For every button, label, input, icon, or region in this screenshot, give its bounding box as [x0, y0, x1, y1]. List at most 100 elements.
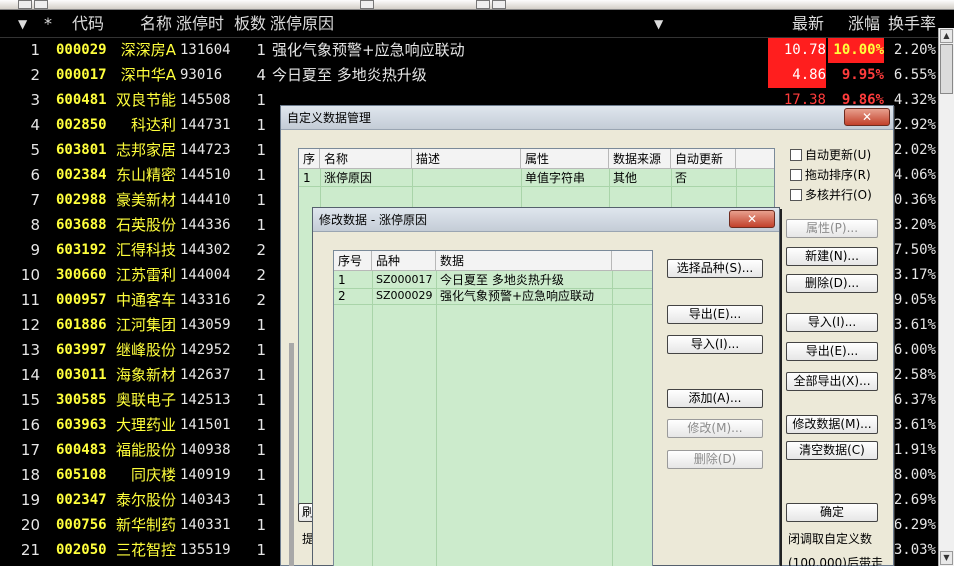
item-data: 今日夏至 多地炎热升级 — [440, 273, 564, 287]
col-desc[interactable]: 描述 — [412, 149, 521, 169]
header-turnover[interactable]: 换手率 — [888, 10, 936, 38]
item-symbol: SZ000017 — [376, 273, 433, 286]
row-number: 14 — [20, 366, 40, 384]
col-symbol[interactable]: 品种 — [372, 251, 436, 271]
bottom-note-text: (100,000)后带走 — [788, 556, 883, 566]
col-blank — [736, 149, 774, 169]
toolbar-button[interactable] — [34, 0, 48, 9]
latest-price: 10.78 — [768, 38, 826, 63]
limit-time: 144510 — [180, 167, 231, 183]
vertical-scrollbar[interactable]: ▲ ▼ — [938, 28, 954, 566]
inner-import-button[interactable]: 导入(I)... — [667, 335, 763, 354]
stock-name: 中通客车 — [115, 291, 176, 309]
delete-button[interactable]: 删除(D)... — [786, 274, 878, 293]
modify-data-button[interactable]: 修改数据(M)... — [786, 415, 878, 434]
header-latest[interactable]: 最新 — [792, 10, 824, 38]
outer-close-icon[interactable]: ✕ — [844, 108, 890, 126]
change-pct: 9.95% — [841, 67, 884, 83]
board-count: 1 — [256, 341, 266, 359]
table-row[interactable]: 2 000017 深中华A 93016 4 今日夏至 多地炎热升级 4.86 9… — [0, 63, 938, 88]
drag-sort-checkbox[interactable]: 拖动排序(R) — [790, 168, 871, 182]
toolbar-button[interactable] — [18, 0, 32, 9]
row-number: 7 — [30, 191, 40, 209]
limit-time: 140331 — [180, 517, 231, 533]
stock-code: 000756 — [56, 517, 107, 533]
board-count: 1 — [256, 316, 266, 334]
ok-button[interactable]: 确定 — [786, 503, 878, 522]
scroll-down-icon[interactable]: ▼ — [940, 551, 953, 565]
stock-code: 000017 — [56, 67, 107, 83]
item-attr: 单值字符串 — [525, 171, 586, 185]
stock-name: 东山精密 — [115, 166, 176, 184]
col-name[interactable]: 名称 — [320, 149, 412, 169]
export-button[interactable]: 导出(E)... — [786, 342, 878, 361]
stock-name: 科达利 — [130, 116, 176, 134]
board-count: 1 — [256, 166, 266, 184]
stock-code: 000957 — [56, 292, 107, 308]
toolbar-button[interactable] — [492, 0, 506, 9]
toolbar-button[interactable] — [360, 0, 374, 9]
stock-name: 志邦家居 — [115, 141, 176, 159]
row-number: 2 — [30, 66, 40, 84]
stock-name: 双良节能 — [115, 91, 176, 109]
col-seq[interactable]: 序 — [299, 149, 320, 169]
limit-time: 143059 — [180, 317, 231, 333]
col-seq[interactable]: 序号 — [334, 251, 372, 271]
auto-update-checkbox[interactable]: 自动更新(U) — [790, 148, 871, 162]
item-seq: 1 — [303, 171, 311, 185]
properties-button[interactable]: 属性(P)... — [786, 219, 878, 238]
header-change-pct[interactable]: 涨幅 — [848, 10, 880, 38]
header-boards[interactable]: 板数 — [234, 10, 266, 38]
limit-time: 135519 — [180, 542, 231, 558]
item-name: 涨停原因 — [324, 171, 373, 185]
board-count: 1 — [256, 441, 266, 459]
modify-button[interactable]: 修改(M)... — [667, 419, 763, 438]
stock-code: 605108 — [56, 467, 107, 483]
toolbar-button[interactable] — [476, 0, 490, 9]
col-source[interactable]: 数据来源 — [609, 149, 671, 169]
board-count: 1 — [256, 541, 266, 559]
table-row[interactable]: 1 000029 深深房A 131604 1 强化气象预警+应急响应联动 10.… — [0, 38, 938, 63]
board-count: 1 — [256, 191, 266, 209]
header-limit-time[interactable]: 涨停时 — [176, 10, 224, 38]
col-attr[interactable]: 属性 — [521, 149, 609, 169]
add-button[interactable]: 添加(A)... — [667, 389, 763, 408]
board-count: 1 — [256, 491, 266, 509]
header-star[interactable]: * — [44, 10, 52, 38]
scroll-up-icon[interactable]: ▲ — [940, 29, 953, 43]
change-pct: 10.00% — [828, 38, 884, 63]
col-auto-update[interactable]: 自动更新 — [671, 149, 736, 169]
col-blank — [612, 251, 652, 271]
drag-sort-label: 拖动排序(R) — [805, 168, 871, 182]
col-data[interactable]: 数据 — [436, 251, 612, 271]
board-count: 1 — [256, 41, 266, 59]
stock-code: 600481 — [56, 92, 107, 108]
limit-time: 143316 — [180, 292, 231, 308]
row-number: 15 — [20, 391, 40, 409]
clear-data-button[interactable]: 清空数据(C) — [786, 441, 878, 460]
reason-dropdown-icon[interactable]: ▼ — [654, 10, 663, 38]
stock-name: 新华制药 — [115, 516, 176, 534]
header-name[interactable]: 名称 — [140, 10, 172, 38]
stock-code: 603963 — [56, 417, 107, 433]
stock-code: 603801 — [56, 142, 107, 158]
header-reason[interactable]: 涨停原因 — [270, 10, 334, 38]
new-button[interactable]: 新建(N)... — [786, 247, 878, 266]
inner-export-button[interactable]: 导出(E)... — [667, 305, 763, 324]
scroll-thumb[interactable] — [940, 44, 953, 94]
import-button[interactable]: 导入(I)... — [786, 313, 878, 332]
inner-close-icon[interactable]: ✕ — [729, 210, 775, 228]
sort-icon[interactable]: ▼ — [18, 10, 27, 38]
inner-delete-button[interactable]: 删除(D) — [667, 450, 763, 469]
select-symbol-button[interactable]: 选择品种(S)... — [667, 259, 763, 278]
board-count: 2 — [256, 266, 266, 284]
board-count: 1 — [256, 391, 266, 409]
multicore-checkbox[interactable]: 多核并行(O) — [790, 188, 872, 202]
row-number: 17 — [20, 441, 40, 459]
grid-line — [372, 271, 373, 566]
board-count: 4 — [256, 66, 266, 84]
export-all-button[interactable]: 全部导出(X)... — [786, 372, 878, 391]
header-code[interactable]: 代码 — [72, 10, 104, 38]
stock-code: 603997 — [56, 342, 107, 358]
row-number: 3 — [30, 91, 40, 109]
